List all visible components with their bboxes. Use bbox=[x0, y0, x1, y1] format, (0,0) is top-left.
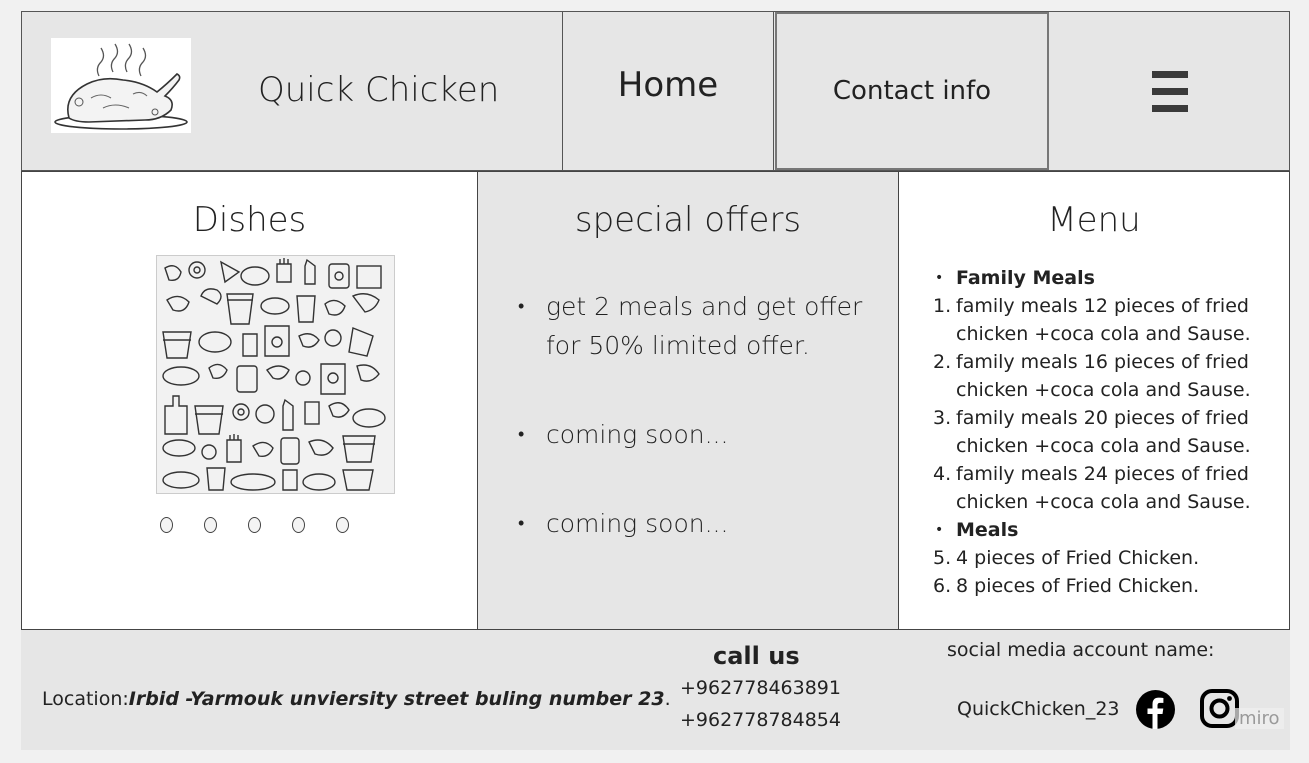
special-offers-panel: special offers get 2 meals and get offer… bbox=[477, 171, 899, 630]
facebook-icon[interactable] bbox=[1136, 690, 1175, 729]
phone-number[interactable]: +962778463891 bbox=[680, 677, 841, 699]
hamburger-menu-icon bbox=[1151, 70, 1188, 112]
carousel-dot[interactable] bbox=[204, 517, 217, 533]
social-media-label: social media account name: bbox=[947, 639, 1215, 661]
special-offers-title: special offers bbox=[574, 200, 802, 240]
call-us-heading: call us bbox=[713, 642, 800, 670]
menu-item: 5. 4 pieces of Fried Chicken. bbox=[933, 547, 1200, 569]
social-account-name: QuickChicken_23 bbox=[957, 698, 1120, 720]
brand-name: Quick Chicken bbox=[258, 70, 500, 110]
dishes-panel: Dishes bbox=[21, 171, 478, 630]
nav-contact-info[interactable]: Contact info bbox=[775, 12, 1049, 170]
menu-item: 2. family meals 16 pieces of fried chicke… bbox=[933, 351, 1251, 401]
dishes-title: Dishes bbox=[192, 200, 307, 240]
menu-title: Menu bbox=[1047, 200, 1141, 240]
carousel-dot[interactable] bbox=[248, 517, 261, 533]
carousel-dot[interactable] bbox=[160, 517, 173, 533]
menu-item: 1. family meals 12 pieces of fried chicke… bbox=[933, 295, 1251, 345]
header-bar: Quick Chicken Home Contact info bbox=[21, 11, 1290, 171]
offers-list: get 2 meals and get offer for 50% limite… bbox=[518, 287, 876, 543]
menu-item: 6. 8 pieces of Fried Chicken. bbox=[933, 575, 1200, 597]
offer-item: get 2 meals and get offer for 50% limite… bbox=[518, 287, 876, 365]
menu-panel: Menu • Family Meals 1. family meals 12 pie… bbox=[898, 171, 1290, 630]
miro-watermark: miro bbox=[1235, 708, 1284, 729]
location-text: Location:Irbid -Yarmouk unviersity stree… bbox=[42, 688, 671, 710]
menu-section-heading: • Family Meals bbox=[935, 267, 1095, 289]
menu-item: 4. family meals 24 pieces of fried chicke… bbox=[933, 463, 1251, 513]
menu-item: 3. family meals 20 pieces of fried chicke… bbox=[933, 407, 1251, 457]
menu-section-heading: • Meals bbox=[935, 519, 1019, 541]
page-frame: Quick Chicken Home Contact info Dishes s… bbox=[21, 11, 1290, 750]
offer-item: coming soon... bbox=[518, 504, 876, 543]
carousel-dots bbox=[160, 517, 349, 533]
nav-menu-toggle[interactable] bbox=[1049, 12, 1290, 170]
carousel-dot[interactable] bbox=[336, 517, 349, 533]
nav-home[interactable]: Home bbox=[562, 12, 774, 170]
phone-number[interactable]: +962778784854 bbox=[680, 709, 841, 731]
offer-item: coming soon... bbox=[518, 415, 876, 454]
footer-bar: Location:Irbid -Yarmouk unviersity stree… bbox=[21, 630, 1290, 750]
carousel-dot[interactable] bbox=[292, 517, 305, 533]
chicken-logo[interactable] bbox=[51, 38, 191, 133]
instagram-icon[interactable] bbox=[1199, 688, 1240, 729]
dishes-gallery-image[interactable] bbox=[156, 255, 395, 494]
menu-list: • Family Meals 1. family meals 12 pieces o… bbox=[933, 264, 1273, 600]
